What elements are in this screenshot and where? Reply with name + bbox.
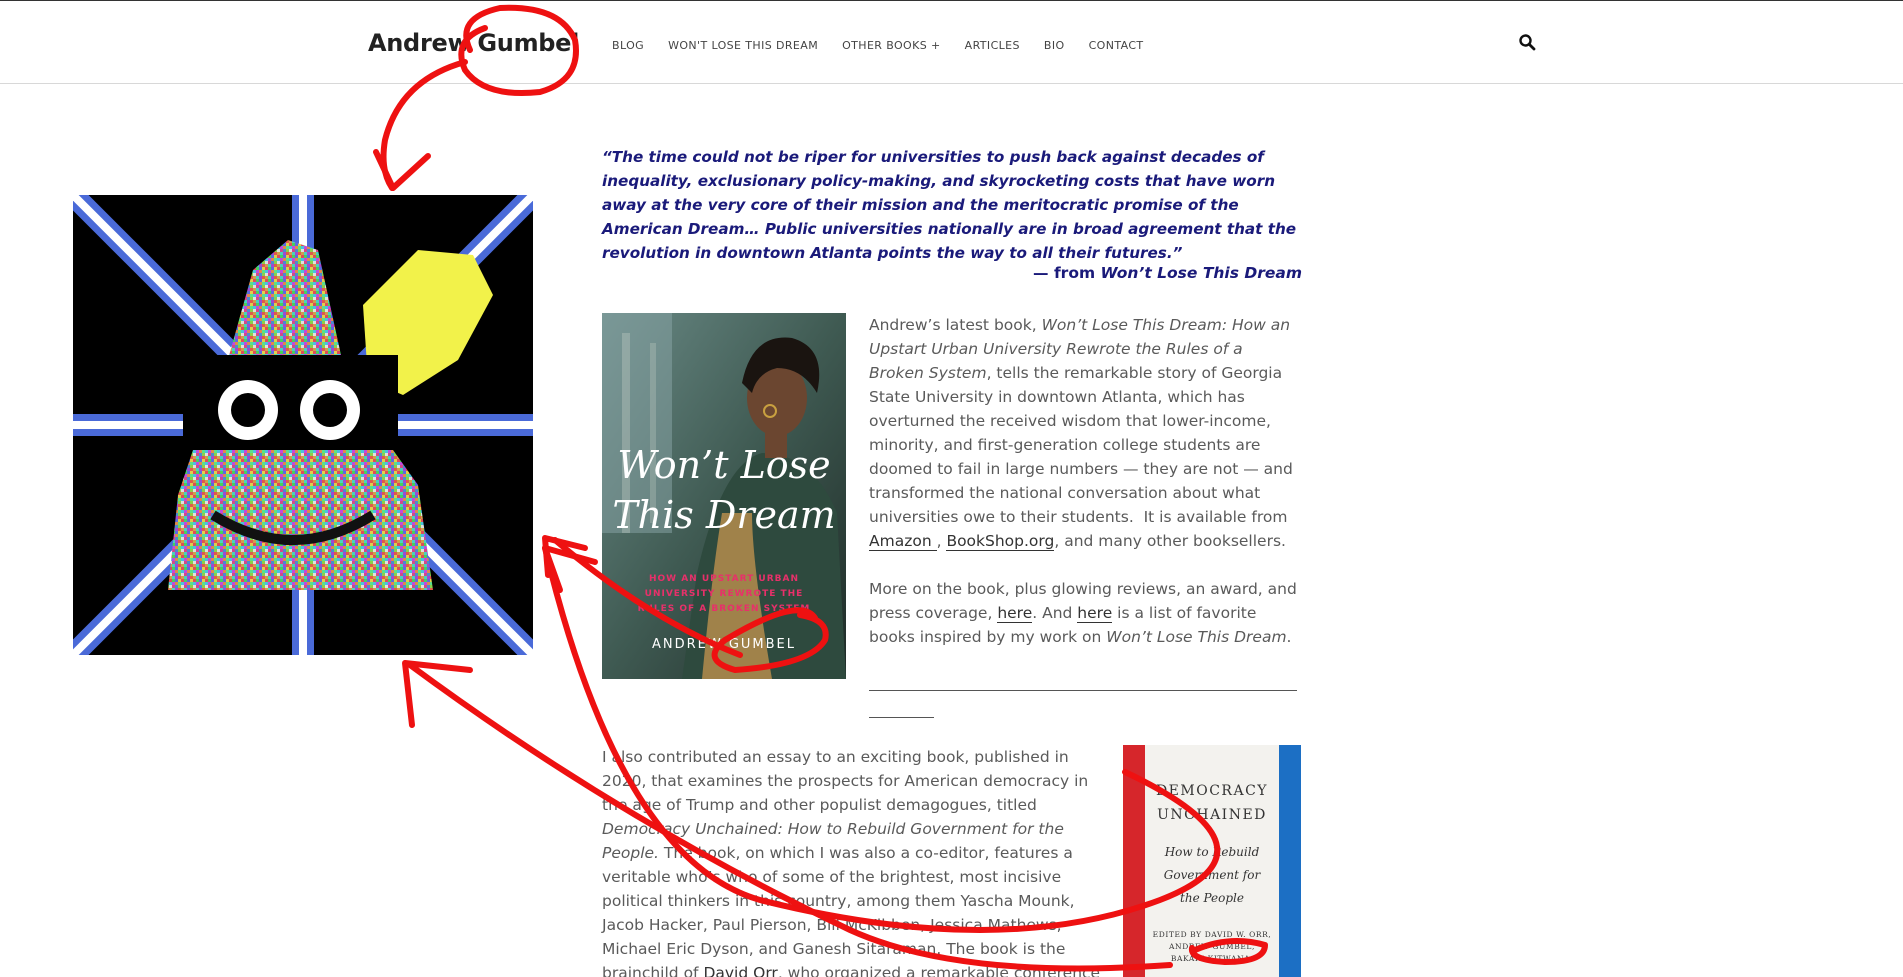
book2-subtitle-line3: the People [1180, 891, 1244, 905]
book1-subtitle-line3: RULES OF A BROKEN SYSTEM [638, 604, 811, 614]
favorite-books-here-link[interactable]: here [1077, 604, 1113, 623]
quote-attribution: — from Won’t Lose This Dream [602, 264, 1302, 282]
book2-subtitle-line1: How to Rebuild [1164, 845, 1260, 859]
book-cover-democracy-unchained[interactable]: DEMOCRACY UNCHAINED How to Rebuild Gover… [1123, 745, 1301, 977]
site-title[interactable]: Andrew Gumbel [368, 29, 579, 57]
para1-text-c: , [936, 532, 947, 550]
book2-title-line1: DEMOCRACY [1155, 783, 1269, 799]
para2-text-d: . [1286, 628, 1292, 646]
book2-editors-line3: BAKARI KITWANA, [1170, 954, 1254, 963]
book-more-info: More on the book, plus glowing reviews, … [869, 577, 1301, 649]
para2-text-b: . And [1032, 604, 1078, 622]
book1-title-line1: Won’t Lose [617, 443, 830, 487]
pixel-art-image [73, 195, 533, 655]
nav-bio[interactable]: BIO [1044, 39, 1065, 52]
book2-editors-line1: EDITED BY DAVID W. ORR, [1152, 930, 1272, 939]
attribution-title: Won’t Lose This Dream [1100, 264, 1302, 282]
book1-author: ANDREW GUMBEL [652, 637, 796, 652]
nav-other-books[interactable]: OTHER BOOKS + [842, 39, 941, 52]
book-quote: “The time could not be riper for univers… [602, 148, 1297, 262]
search-icon[interactable] [1518, 33, 1536, 51]
divider [869, 690, 1297, 691]
para1-text-b: , tells the remarkable story of Georgia … [869, 364, 1293, 526]
book1-title-line2: This Dream [612, 493, 835, 537]
attribution-prefix: — from [1033, 264, 1101, 282]
bookshop-link[interactable]: BookShop.org [946, 532, 1055, 551]
book-description: Andrew’s latest book, Won’t Lose This Dr… [869, 313, 1301, 553]
para3-text-a: I also contributed an essay to an exciti… [602, 748, 1089, 814]
nav-articles[interactable]: ARTICLES [965, 39, 1020, 52]
para1-text-d: , and many other booksellers. [1054, 532, 1286, 550]
nav-wont-lose-this-dream[interactable]: WON'T LOSE THIS DREAM [668, 39, 818, 52]
cover-red-stripe [1123, 745, 1145, 977]
amazon-link[interactable]: Amazon [869, 532, 937, 551]
para1-text-a: Andrew’s latest book, [869, 316, 1042, 334]
reviews-here-link[interactable]: here [997, 604, 1033, 623]
book1-subtitle-line2: UNIVERSITY REWROTE THE [645, 589, 804, 599]
david-orr-link[interactable]: David Orr [703, 964, 778, 977]
para2-book-title: Won’t Lose This Dream [1106, 628, 1287, 646]
divider-short [869, 717, 934, 718]
cover-blue-stripe [1279, 745, 1301, 977]
democracy-unchained-description: I also contributed an essay to an exciti… [602, 745, 1102, 977]
book2-title-line2: UNCHAINED [1157, 807, 1267, 823]
book1-subtitle-line1: HOW AN UPSTART URBAN [649, 574, 799, 584]
book2-editors-line2: ANDREW GUMBEL, [1169, 942, 1255, 951]
main-nav: BLOG WON'T LOSE THIS DREAM OTHER BOOKS +… [612, 39, 1168, 52]
book-cover-wont-lose-this-dream[interactable]: Won’t Lose This Dream HOW AN UPSTART URB… [602, 313, 846, 679]
nav-contact[interactable]: CONTACT [1089, 39, 1144, 52]
para3-text-b: The book, on which I was also a co-edito… [602, 844, 1075, 977]
site-header: Andrew Gumbel BLOG WON'T LOSE THIS DREAM… [0, 1, 1903, 84]
book2-subtitle-line2: Government for [1163, 868, 1261, 882]
nav-blog[interactable]: BLOG [612, 39, 644, 52]
pixel-creature-icon [73, 195, 533, 655]
